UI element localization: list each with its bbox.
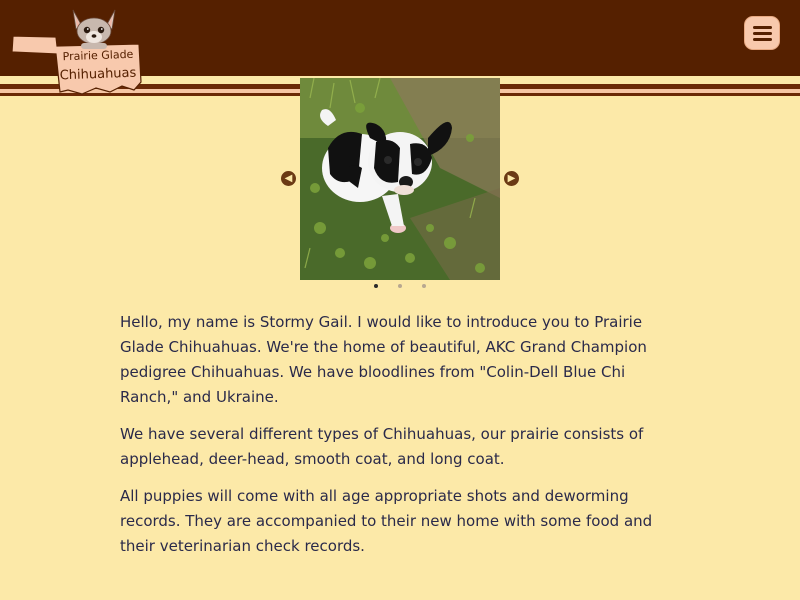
- carousel-prev-button[interactable]: ◀: [281, 171, 296, 186]
- hamburger-menu-button[interactable]: [744, 16, 780, 50]
- puppies-paragraph: All puppies will come with all age appro…: [120, 487, 653, 555]
- chevron-right-icon: ▶: [507, 173, 516, 184]
- carousel-dot-active[interactable]: [374, 284, 378, 288]
- puppy-photo: [300, 78, 500, 280]
- site-logo[interactable]: Prairie Glade Chihuahuas: [10, 6, 144, 102]
- hamburger-menu-icon: [753, 32, 772, 35]
- intro-content: Hello, my name is Stormy Gail. I would l…: [120, 310, 680, 571]
- intro-paragraph: Hello, my name is Stormy Gail. I would l…: [120, 313, 647, 406]
- hamburger-menu-icon: [753, 26, 772, 29]
- types-paragraph: We have several different types of Chihu…: [120, 425, 644, 468]
- chevron-left-icon: ◀: [284, 173, 293, 184]
- carousel-dot[interactable]: [422, 284, 426, 288]
- carousel-next-button[interactable]: ▶: [504, 171, 519, 186]
- carousel-indicators: [372, 284, 432, 292]
- hamburger-menu-icon: [753, 38, 772, 41]
- carousel-dot[interactable]: [398, 284, 402, 288]
- chihuahua-head-icon: [72, 9, 116, 49]
- puppy-carousel[interactable]: [300, 78, 500, 280]
